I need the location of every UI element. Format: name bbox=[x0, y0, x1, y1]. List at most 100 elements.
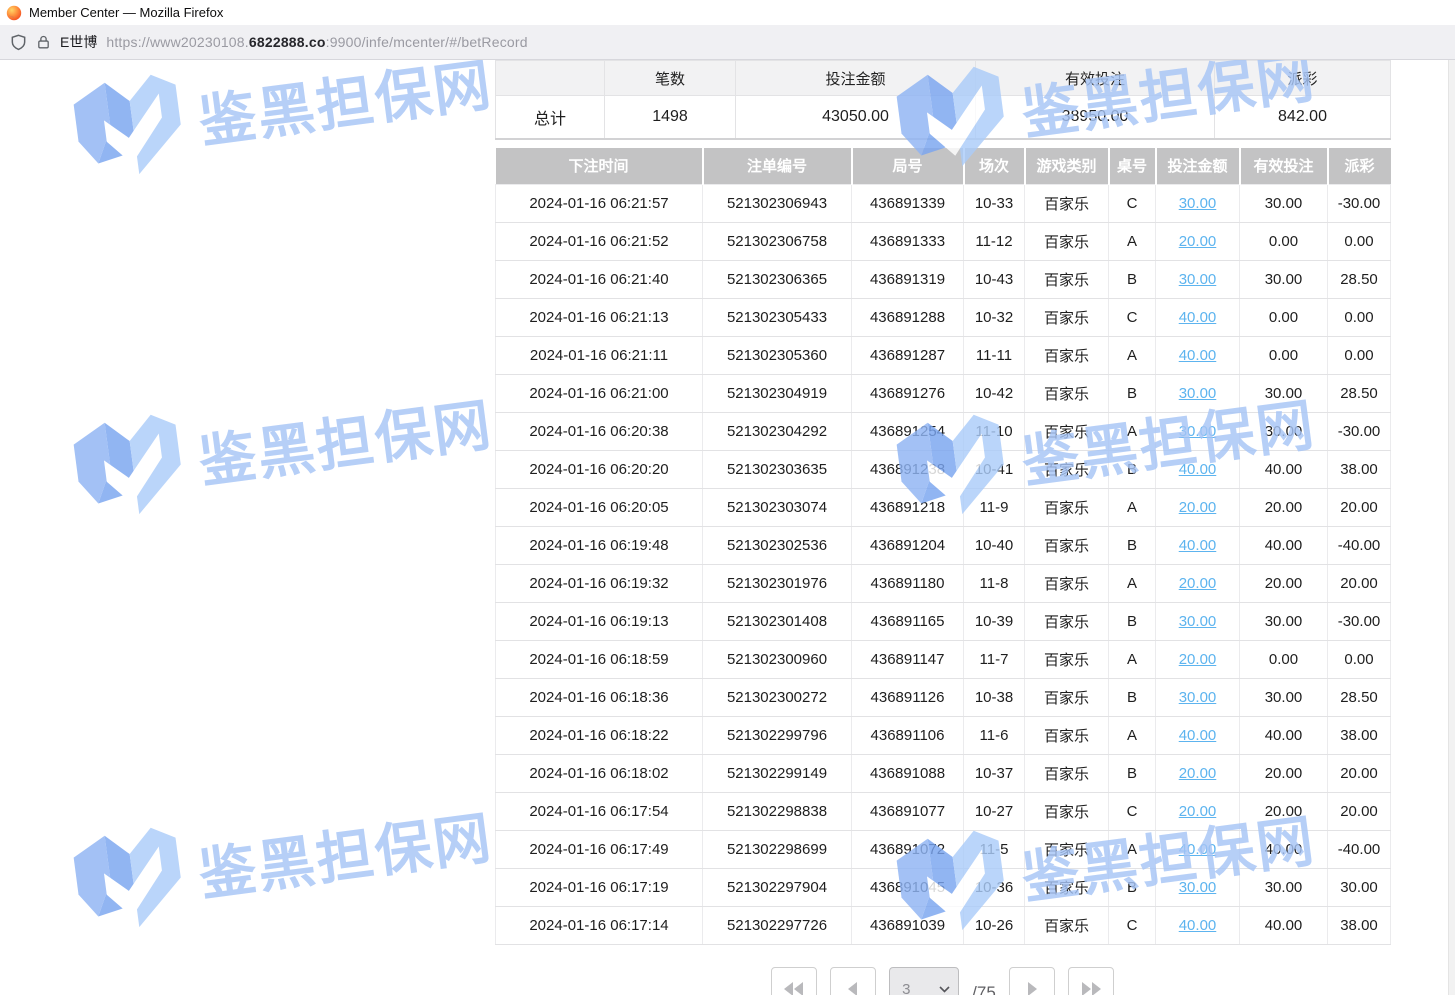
payout-cell: 0.00 bbox=[1328, 337, 1391, 375]
session-cell: 11-12 bbox=[964, 223, 1025, 261]
watermark-text: 鉴黑担保网 bbox=[194, 60, 497, 159]
table-no-cell: B bbox=[1109, 679, 1156, 717]
table-row: 2024-01-16 06:21:40521302306365436891319… bbox=[496, 261, 1391, 299]
bet-amount-cell: 40.00 bbox=[1156, 717, 1240, 755]
vertical-scrollbar[interactable] bbox=[1448, 60, 1455, 995]
session-cell: 10-36 bbox=[964, 869, 1025, 907]
valid-bet-cell: 30.00 bbox=[1240, 603, 1328, 641]
bet-id-cell: 521302301408 bbox=[703, 603, 852, 641]
bet-amount-link[interactable]: 20.00 bbox=[1179, 651, 1217, 668]
payout-cell: 20.00 bbox=[1328, 755, 1391, 793]
session-cell: 11-6 bbox=[964, 717, 1025, 755]
bet-id-cell: 521302303635 bbox=[703, 451, 852, 489]
total-pages-label: /75 bbox=[972, 983, 996, 995]
bet-amount-cell: 30.00 bbox=[1156, 185, 1240, 223]
bet-time-cell: 2024-01-16 06:20:20 bbox=[496, 451, 703, 489]
table-row: 2024-01-16 06:17:49521302298699436891072… bbox=[496, 831, 1391, 869]
game-type-cell: 百家乐 bbox=[1025, 375, 1109, 413]
session-cell: 10-27 bbox=[964, 793, 1025, 831]
bet-amount-link[interactable]: 40.00 bbox=[1179, 537, 1217, 554]
bet-amount-cell: 30.00 bbox=[1156, 679, 1240, 717]
table-row: 2024-01-16 06:18:22521302299796436891106… bbox=[496, 717, 1391, 755]
valid-bet-cell: 20.00 bbox=[1240, 793, 1328, 831]
prev-page-button[interactable] bbox=[830, 967, 876, 995]
bet-amount-link[interactable]: 20.00 bbox=[1179, 233, 1217, 250]
bet-id-cell: 521302304292 bbox=[703, 413, 852, 451]
game-type-cell: 百家乐 bbox=[1025, 337, 1109, 375]
page-select[interactable]: 3 bbox=[889, 967, 959, 995]
table-row: 2024-01-16 06:21:00521302304919436891276… bbox=[496, 375, 1391, 413]
bet-amount-link[interactable]: 40.00 bbox=[1179, 917, 1217, 934]
valid-bet-cell: 30.00 bbox=[1240, 869, 1328, 907]
bet-amount-link[interactable]: 30.00 bbox=[1179, 271, 1217, 288]
bet-amount-link[interactable]: 30.00 bbox=[1179, 195, 1217, 212]
bet-amount-link[interactable]: 20.00 bbox=[1179, 765, 1217, 782]
bet-amount-link[interactable]: 20.00 bbox=[1179, 499, 1217, 516]
bet-amount-link[interactable]: 40.00 bbox=[1179, 347, 1217, 364]
bet-amount-link[interactable]: 40.00 bbox=[1179, 309, 1217, 326]
bet-time-cell: 2024-01-16 06:19:48 bbox=[496, 527, 703, 565]
lock-icon[interactable] bbox=[36, 34, 51, 50]
payout-cell: -30.00 bbox=[1328, 413, 1391, 451]
game-type-cell: 百家乐 bbox=[1025, 185, 1109, 223]
summary-column-header: 有效投注 bbox=[976, 61, 1215, 96]
bet-id-cell: 521302299796 bbox=[703, 717, 852, 755]
bet-amount-link[interactable]: 20.00 bbox=[1179, 575, 1217, 592]
valid-bet-cell: 0.00 bbox=[1240, 299, 1328, 337]
payout-cell: 20.00 bbox=[1328, 489, 1391, 527]
round-id-cell: 436891126 bbox=[852, 679, 964, 717]
bet-amount-link[interactable]: 40.00 bbox=[1179, 727, 1217, 744]
payout-cell: 28.50 bbox=[1328, 679, 1391, 717]
valid-bet-cell: 30.00 bbox=[1240, 679, 1328, 717]
first-page-button[interactable] bbox=[771, 967, 817, 995]
table-no-cell: B bbox=[1109, 603, 1156, 641]
bet-amount-cell: 20.00 bbox=[1156, 565, 1240, 603]
bet-time-cell: 2024-01-16 06:20:05 bbox=[496, 489, 703, 527]
bet-amount-link[interactable]: 30.00 bbox=[1179, 423, 1217, 440]
table-no-cell: A bbox=[1109, 717, 1156, 755]
session-cell: 11-9 bbox=[964, 489, 1025, 527]
bet-amount-link[interactable]: 30.00 bbox=[1179, 613, 1217, 630]
game-type-cell: 百家乐 bbox=[1025, 679, 1109, 717]
bet-id-cell: 521302300272 bbox=[703, 679, 852, 717]
bet-amount-link[interactable]: 30.00 bbox=[1179, 385, 1217, 402]
bet-amount-cell: 40.00 bbox=[1156, 527, 1240, 565]
game-type-cell: 百家乐 bbox=[1025, 489, 1109, 527]
table-row: 2024-01-16 06:20:38521302304292436891254… bbox=[496, 413, 1391, 451]
bet-amount-link[interactable]: 20.00 bbox=[1179, 803, 1217, 820]
url-text[interactable]: https://www20230108.6822888.co:9900/infe… bbox=[106, 34, 527, 50]
bet-amount-link[interactable]: 40.00 bbox=[1179, 841, 1217, 858]
round-id-cell: 436891045 bbox=[852, 869, 964, 907]
summary-total-value: 38950.00 bbox=[976, 96, 1215, 139]
game-type-cell: 百家乐 bbox=[1025, 907, 1109, 945]
table-no-cell: A bbox=[1109, 641, 1156, 679]
game-type-cell: 百家乐 bbox=[1025, 565, 1109, 603]
last-page-button[interactable] bbox=[1068, 967, 1114, 995]
payout-cell: 20.00 bbox=[1328, 565, 1391, 603]
game-type-cell: 百家乐 bbox=[1025, 413, 1109, 451]
next-page-button[interactable] bbox=[1009, 967, 1055, 995]
table-no-cell: A bbox=[1109, 565, 1156, 603]
session-cell: 10-42 bbox=[964, 375, 1025, 413]
bet-amount-link[interactable]: 30.00 bbox=[1179, 879, 1217, 896]
bet-amount-link[interactable]: 40.00 bbox=[1179, 461, 1217, 478]
column-header: 派彩 bbox=[1328, 148, 1391, 185]
valid-bet-cell: 30.00 bbox=[1240, 413, 1328, 451]
valid-bet-cell: 20.00 bbox=[1240, 489, 1328, 527]
payout-cell: 38.00 bbox=[1328, 717, 1391, 755]
watermark: 鉴黑担保网 bbox=[65, 367, 498, 527]
table-no-cell: A bbox=[1109, 831, 1156, 869]
main-content: 笔数投注金额有效投注派彩 总计149843050.0038950.00842.0… bbox=[495, 60, 1390, 995]
round-id-cell: 436891339 bbox=[852, 185, 964, 223]
bet-time-cell: 2024-01-16 06:20:38 bbox=[496, 413, 703, 451]
round-id-cell: 436891147 bbox=[852, 641, 964, 679]
bet-amount-link[interactable]: 30.00 bbox=[1179, 689, 1217, 706]
address-bar[interactable]: E世博 https://www20230108.6822888.co:9900/… bbox=[0, 25, 1455, 60]
round-id-cell: 436891333 bbox=[852, 223, 964, 261]
table-row: 2024-01-16 06:21:11521302305360436891287… bbox=[496, 337, 1391, 375]
valid-bet-cell: 0.00 bbox=[1240, 641, 1328, 679]
bet-id-cell: 521302306758 bbox=[703, 223, 852, 261]
summary-column-header bbox=[496, 61, 605, 96]
shield-icon[interactable] bbox=[10, 34, 27, 51]
valid-bet-cell: 30.00 bbox=[1240, 185, 1328, 223]
